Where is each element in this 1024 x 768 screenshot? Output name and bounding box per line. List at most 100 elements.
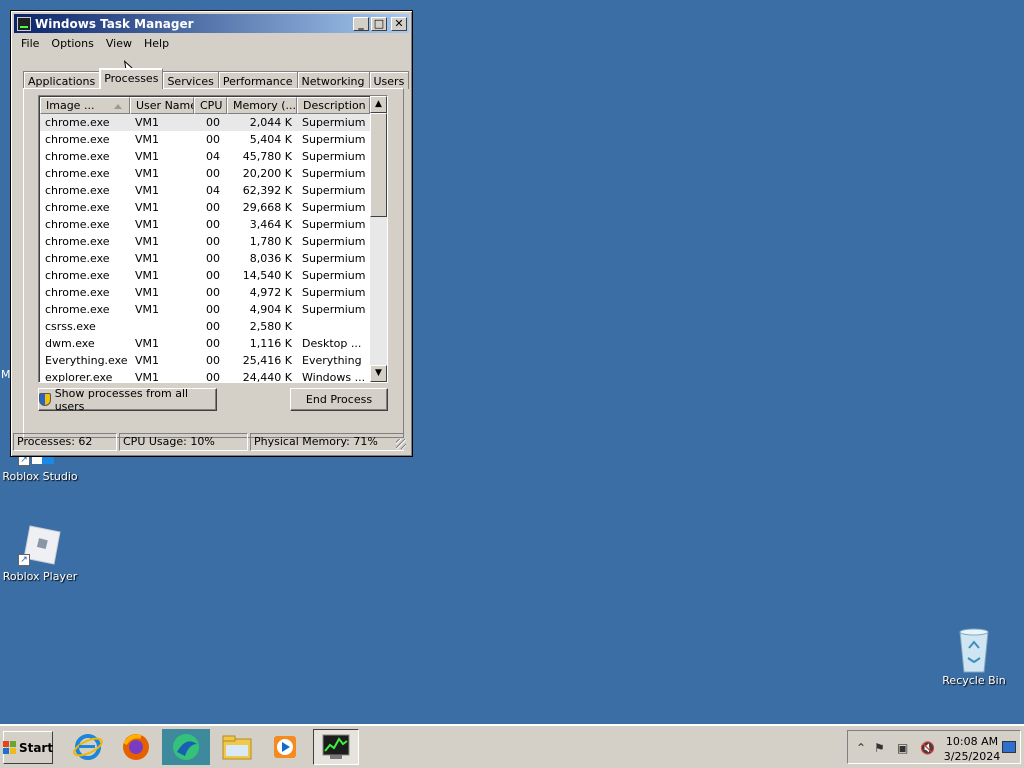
table-row[interactable]: chrome.exe VM1 00 1,780 K Supermium	[40, 233, 370, 250]
table-row[interactable]: chrome.exe VM1 00 2,044 K Supermium	[40, 114, 370, 131]
menu-help[interactable]: Help	[138, 35, 175, 53]
end-process-button[interactable]: End Process	[290, 388, 388, 411]
process-memory: 3,464 K	[249, 218, 292, 231]
tab-performance[interactable]: Performance	[217, 71, 298, 89]
process-description: Supermium	[302, 303, 366, 316]
process-image-name: chrome.exe	[45, 116, 110, 129]
process-rows: chrome.exe VM1 00 2,044 K Supermium chrome.ex…	[40, 114, 370, 382]
process-cpu: 04	[206, 150, 220, 163]
network-icon[interactable]: ▣	[897, 741, 908, 755]
action-center-flag-icon[interactable]: ⚑	[874, 741, 885, 755]
volume-muted-icon[interactable]: 🔇	[920, 741, 935, 755]
uac-shield-icon	[39, 393, 51, 406]
tab-services[interactable]: Services	[162, 71, 219, 89]
process-cpu: 00	[206, 218, 220, 231]
process-image-name: chrome.exe	[45, 184, 110, 197]
table-row[interactable]: csrss.exe 00 2,580 K	[40, 318, 370, 335]
menu-file[interactable]: File	[15, 35, 45, 53]
show-hidden-icons-chevron-icon[interactable]: ⌃	[856, 741, 866, 755]
firefox-icon[interactable]	[113, 729, 159, 765]
process-memory: 29,668 K	[242, 201, 292, 214]
process-memory: 8,036 K	[249, 252, 292, 265]
media-player-icon[interactable]	[262, 729, 308, 765]
table-row[interactable]: chrome.exe VM1 00 8,036 K Supermium	[40, 250, 370, 267]
tab-strip: Applications Processes Services Performa…	[23, 68, 410, 89]
process-user-name: VM1	[135, 303, 160, 316]
process-memory: 24,440 K	[242, 371, 292, 383]
resize-grip[interactable]	[396, 439, 406, 449]
table-row[interactable]: chrome.exe VM1 00 3,464 K Supermium	[40, 216, 370, 233]
task-manager-taskbar-button[interactable]	[313, 729, 359, 765]
process-cpu: 00	[206, 286, 220, 299]
table-row[interactable]: Everything.exe VM1 00 25,416 K Everything	[40, 352, 370, 369]
tab-processes[interactable]: Processes	[99, 68, 164, 89]
process-image-name: chrome.exe	[45, 252, 110, 265]
process-user-name: VM1	[135, 354, 160, 367]
process-list[interactable]: Image ... User Name CPU Memory (... Desc…	[38, 95, 388, 383]
table-row[interactable]: chrome.exe VM1 04 62,392 K Supermium	[40, 182, 370, 199]
process-user-name: VM1	[135, 235, 160, 248]
process-description: Supermium	[302, 116, 366, 129]
clock[interactable]: 10:08 AM 3/25/2024	[942, 734, 1002, 764]
maximize-button[interactable]: □	[371, 16, 387, 31]
process-cpu: 04	[206, 184, 220, 197]
process-memory: 14,540 K	[242, 269, 292, 282]
process-user-name: VM1	[135, 252, 160, 265]
clock-time: 10:08 AM	[945, 735, 999, 748]
table-row[interactable]: chrome.exe VM1 00 5,404 K Supermium	[40, 131, 370, 148]
internet-explorer-icon[interactable]	[65, 729, 111, 765]
table-row[interactable]: explorer.exe VM1 00 24,440 K Windows ...	[40, 369, 370, 383]
table-row[interactable]: chrome.exe VM1 00 14,540 K Supermium	[40, 267, 370, 284]
process-description: Everything	[302, 354, 362, 367]
clock-date: 3/25/2024	[943, 750, 1001, 763]
start-label: Start	[18, 740, 54, 755]
process-cpu: 00	[206, 320, 220, 333]
arrow-down-icon: ▼	[375, 368, 382, 378]
menu-options[interactable]: Options	[45, 35, 99, 53]
process-user-name: VM1	[135, 269, 160, 282]
browser-icon[interactable]	[162, 729, 210, 765]
title-bar[interactable]: Windows Task Manager _ □ ✕	[14, 14, 409, 33]
desktop-icon-roblox-player[interactable]: ↗ Roblox Player	[0, 522, 80, 583]
process-description: Supermium	[302, 269, 366, 282]
column-header-image[interactable]: Image ...	[40, 97, 130, 114]
tab-applications[interactable]: Applications	[23, 71, 101, 89]
scroll-down-button[interactable]: ▼	[370, 365, 387, 382]
tab-networking[interactable]: Networking	[296, 71, 370, 89]
process-image-name: Everything.exe	[45, 354, 128, 367]
tab-users[interactable]: Users	[368, 71, 410, 89]
table-row[interactable]: chrome.exe VM1 00 4,972 K Supermium	[40, 284, 370, 301]
window-title: Windows Task Manager	[35, 16, 194, 31]
notification-area: ⌃ ⚑ ▣ 🔇 10:08 AM 3/25/2024	[847, 730, 1021, 764]
table-row[interactable]: chrome.exe VM1 00 4,904 K Supermium	[40, 301, 370, 318]
taskbar: Start ⌃ ⚑ ▣ 🔇 10:08 AM 3/25/2024	[0, 724, 1024, 768]
column-header-description[interactable]: Description	[297, 97, 370, 114]
scroll-up-button[interactable]: ▲	[370, 96, 387, 113]
process-user-name: VM1	[135, 167, 160, 180]
process-cpu: 00	[206, 133, 220, 146]
vertical-scrollbar[interactable]: ▲ ▼	[370, 96, 387, 382]
status-physical-memory: Physical Memory: 71%	[250, 433, 404, 451]
table-row[interactable]: chrome.exe VM1 00 29,668 K Supermium	[40, 199, 370, 216]
table-row[interactable]: chrome.exe VM1 00 20,200 K Supermium	[40, 165, 370, 182]
column-header-memory[interactable]: Memory (...	[227, 97, 297, 114]
show-desktop-button[interactable]	[1002, 741, 1016, 753]
minimize-button[interactable]: _	[353, 16, 369, 31]
process-memory: 5,404 K	[249, 133, 292, 146]
folder-icon[interactable]	[214, 729, 260, 765]
scroll-thumb[interactable]	[370, 113, 387, 217]
column-header-cpu[interactable]: CPU	[194, 97, 227, 114]
table-row[interactable]: chrome.exe VM1 04 45,780 K Supermium	[40, 148, 370, 165]
table-row[interactable]: dwm.exe VM1 00 1,116 K Desktop ...	[40, 335, 370, 352]
process-user-name: VM1	[135, 184, 160, 197]
show-all-processes-button[interactable]: Show processes from all users	[38, 387, 217, 413]
close-button[interactable]: ✕	[391, 16, 407, 31]
desktop-icon-label: Roblox Player	[2, 570, 78, 583]
process-image-name: chrome.exe	[45, 235, 110, 248]
start-button[interactable]: Start	[2, 731, 54, 764]
process-image-name: explorer.exe	[45, 371, 113, 383]
process-image-name: chrome.exe	[45, 286, 110, 299]
column-header-user[interactable]: User Name	[130, 97, 194, 114]
menu-view[interactable]: View	[100, 35, 138, 53]
desktop-icon-recycle-bin[interactable]: Recycle Bin	[934, 626, 1014, 687]
